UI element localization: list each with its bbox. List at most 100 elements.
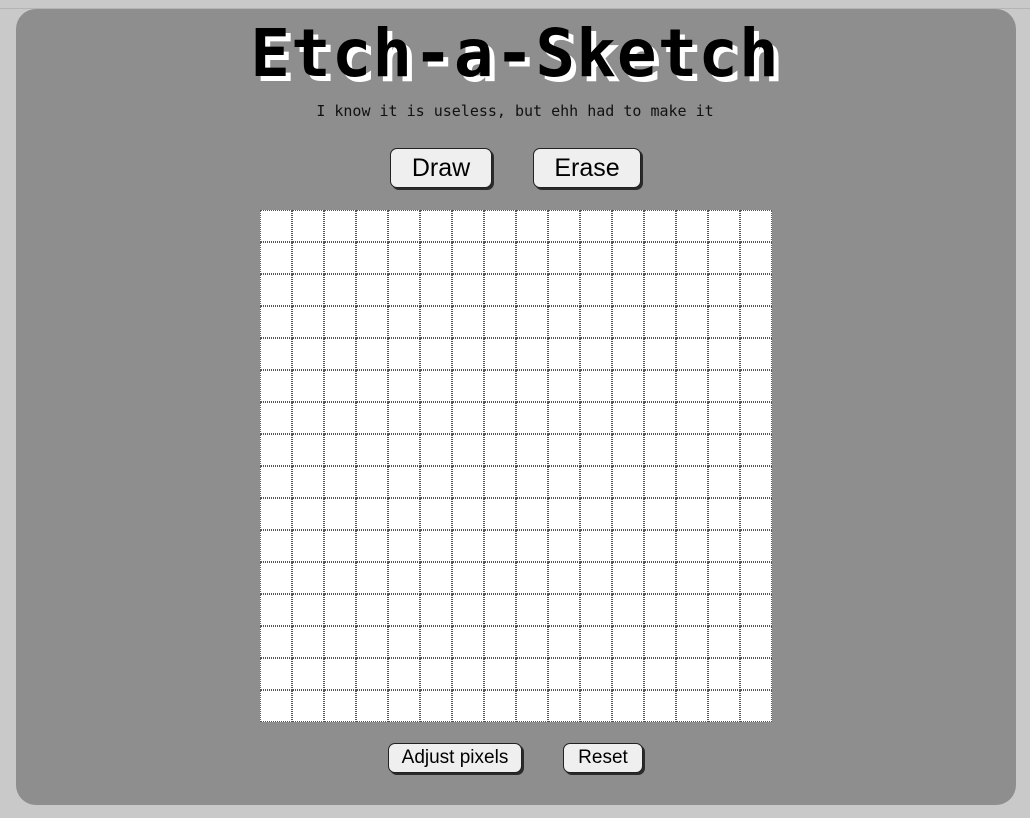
- grid-cell[interactable]: [324, 338, 356, 370]
- grid-cell[interactable]: [388, 530, 420, 562]
- grid-cell[interactable]: [612, 210, 644, 242]
- grid-cell[interactable]: [452, 530, 484, 562]
- grid-cell[interactable]: [708, 530, 740, 562]
- grid-cell[interactable]: [388, 626, 420, 658]
- grid-cell[interactable]: [580, 530, 612, 562]
- grid-cell[interactable]: [452, 210, 484, 242]
- grid-cell[interactable]: [740, 370, 772, 402]
- grid-cell[interactable]: [676, 562, 708, 594]
- grid-cell[interactable]: [580, 626, 612, 658]
- grid-cell[interactable]: [388, 210, 420, 242]
- grid-cell[interactable]: [260, 466, 292, 498]
- grid-cell[interactable]: [676, 338, 708, 370]
- grid-cell[interactable]: [548, 690, 580, 722]
- grid-cell[interactable]: [740, 306, 772, 338]
- grid-cell[interactable]: [260, 690, 292, 722]
- grid-cell[interactable]: [260, 626, 292, 658]
- grid-cell[interactable]: [260, 562, 292, 594]
- grid-cell[interactable]: [484, 338, 516, 370]
- grid-cell[interactable]: [260, 658, 292, 690]
- grid-cell[interactable]: [740, 594, 772, 626]
- grid-cell[interactable]: [612, 562, 644, 594]
- grid-cell[interactable]: [420, 306, 452, 338]
- grid-cell[interactable]: [420, 338, 452, 370]
- grid-cell[interactable]: [612, 370, 644, 402]
- grid-cell[interactable]: [484, 434, 516, 466]
- grid-cell[interactable]: [612, 466, 644, 498]
- grid-cell[interactable]: [708, 338, 740, 370]
- grid-cell[interactable]: [708, 434, 740, 466]
- grid-cell[interactable]: [292, 210, 324, 242]
- grid-cell[interactable]: [420, 690, 452, 722]
- grid-cell[interactable]: [484, 626, 516, 658]
- grid-cell[interactable]: [388, 402, 420, 434]
- grid-cell[interactable]: [516, 338, 548, 370]
- grid-cell[interactable]: [580, 306, 612, 338]
- grid-cell[interactable]: [612, 402, 644, 434]
- grid-cell[interactable]: [548, 434, 580, 466]
- grid-cell[interactable]: [548, 530, 580, 562]
- grid-cell[interactable]: [356, 338, 388, 370]
- grid-cell[interactable]: [260, 434, 292, 466]
- grid-cell[interactable]: [324, 370, 356, 402]
- grid-cell[interactable]: [452, 690, 484, 722]
- erase-button[interactable]: Erase: [533, 148, 641, 188]
- grid-cell[interactable]: [452, 498, 484, 530]
- grid-cell[interactable]: [644, 434, 676, 466]
- grid-cell[interactable]: [548, 338, 580, 370]
- grid-cell[interactable]: [292, 466, 324, 498]
- grid-cell[interactable]: [388, 242, 420, 274]
- grid-cell[interactable]: [292, 690, 324, 722]
- grid-cell[interactable]: [548, 274, 580, 306]
- grid-cell[interactable]: [676, 402, 708, 434]
- grid-cell[interactable]: [420, 626, 452, 658]
- sketch-grid[interactable]: [260, 210, 772, 722]
- grid-cell[interactable]: [420, 658, 452, 690]
- grid-cell[interactable]: [452, 306, 484, 338]
- grid-cell[interactable]: [516, 274, 548, 306]
- grid-cell[interactable]: [324, 402, 356, 434]
- grid-cell[interactable]: [676, 306, 708, 338]
- grid-cell[interactable]: [324, 466, 356, 498]
- grid-cell[interactable]: [548, 658, 580, 690]
- grid-cell[interactable]: [548, 562, 580, 594]
- grid-cell[interactable]: [260, 306, 292, 338]
- grid-cell[interactable]: [580, 658, 612, 690]
- grid-cell[interactable]: [356, 242, 388, 274]
- grid-cell[interactable]: [484, 370, 516, 402]
- grid-cell[interactable]: [324, 306, 356, 338]
- grid-cell[interactable]: [644, 338, 676, 370]
- grid-cell[interactable]: [452, 626, 484, 658]
- grid-cell[interactable]: [676, 466, 708, 498]
- grid-cell[interactable]: [644, 242, 676, 274]
- grid-cell[interactable]: [516, 530, 548, 562]
- grid-cell[interactable]: [580, 466, 612, 498]
- grid-cell[interactable]: [356, 498, 388, 530]
- grid-cell[interactable]: [676, 658, 708, 690]
- grid-cell[interactable]: [740, 530, 772, 562]
- grid-cell[interactable]: [548, 402, 580, 434]
- grid-cell[interactable]: [580, 434, 612, 466]
- grid-cell[interactable]: [484, 562, 516, 594]
- grid-cell[interactable]: [612, 434, 644, 466]
- grid-cell[interactable]: [580, 690, 612, 722]
- grid-cell[interactable]: [324, 658, 356, 690]
- grid-cell[interactable]: [420, 594, 452, 626]
- grid-cell[interactable]: [740, 434, 772, 466]
- grid-cell[interactable]: [292, 370, 324, 402]
- grid-cell[interactable]: [484, 210, 516, 242]
- grid-cell[interactable]: [580, 562, 612, 594]
- grid-cell[interactable]: [740, 690, 772, 722]
- grid-cell[interactable]: [676, 594, 708, 626]
- grid-cell[interactable]: [388, 434, 420, 466]
- grid-cell[interactable]: [644, 626, 676, 658]
- grid-cell[interactable]: [676, 370, 708, 402]
- grid-cell[interactable]: [708, 370, 740, 402]
- grid-cell[interactable]: [580, 210, 612, 242]
- grid-cell[interactable]: [548, 370, 580, 402]
- grid-cell[interactable]: [452, 434, 484, 466]
- grid-cell[interactable]: [548, 594, 580, 626]
- grid-cell[interactable]: [324, 242, 356, 274]
- reset-button[interactable]: Reset: [563, 743, 643, 773]
- grid-cell[interactable]: [484, 594, 516, 626]
